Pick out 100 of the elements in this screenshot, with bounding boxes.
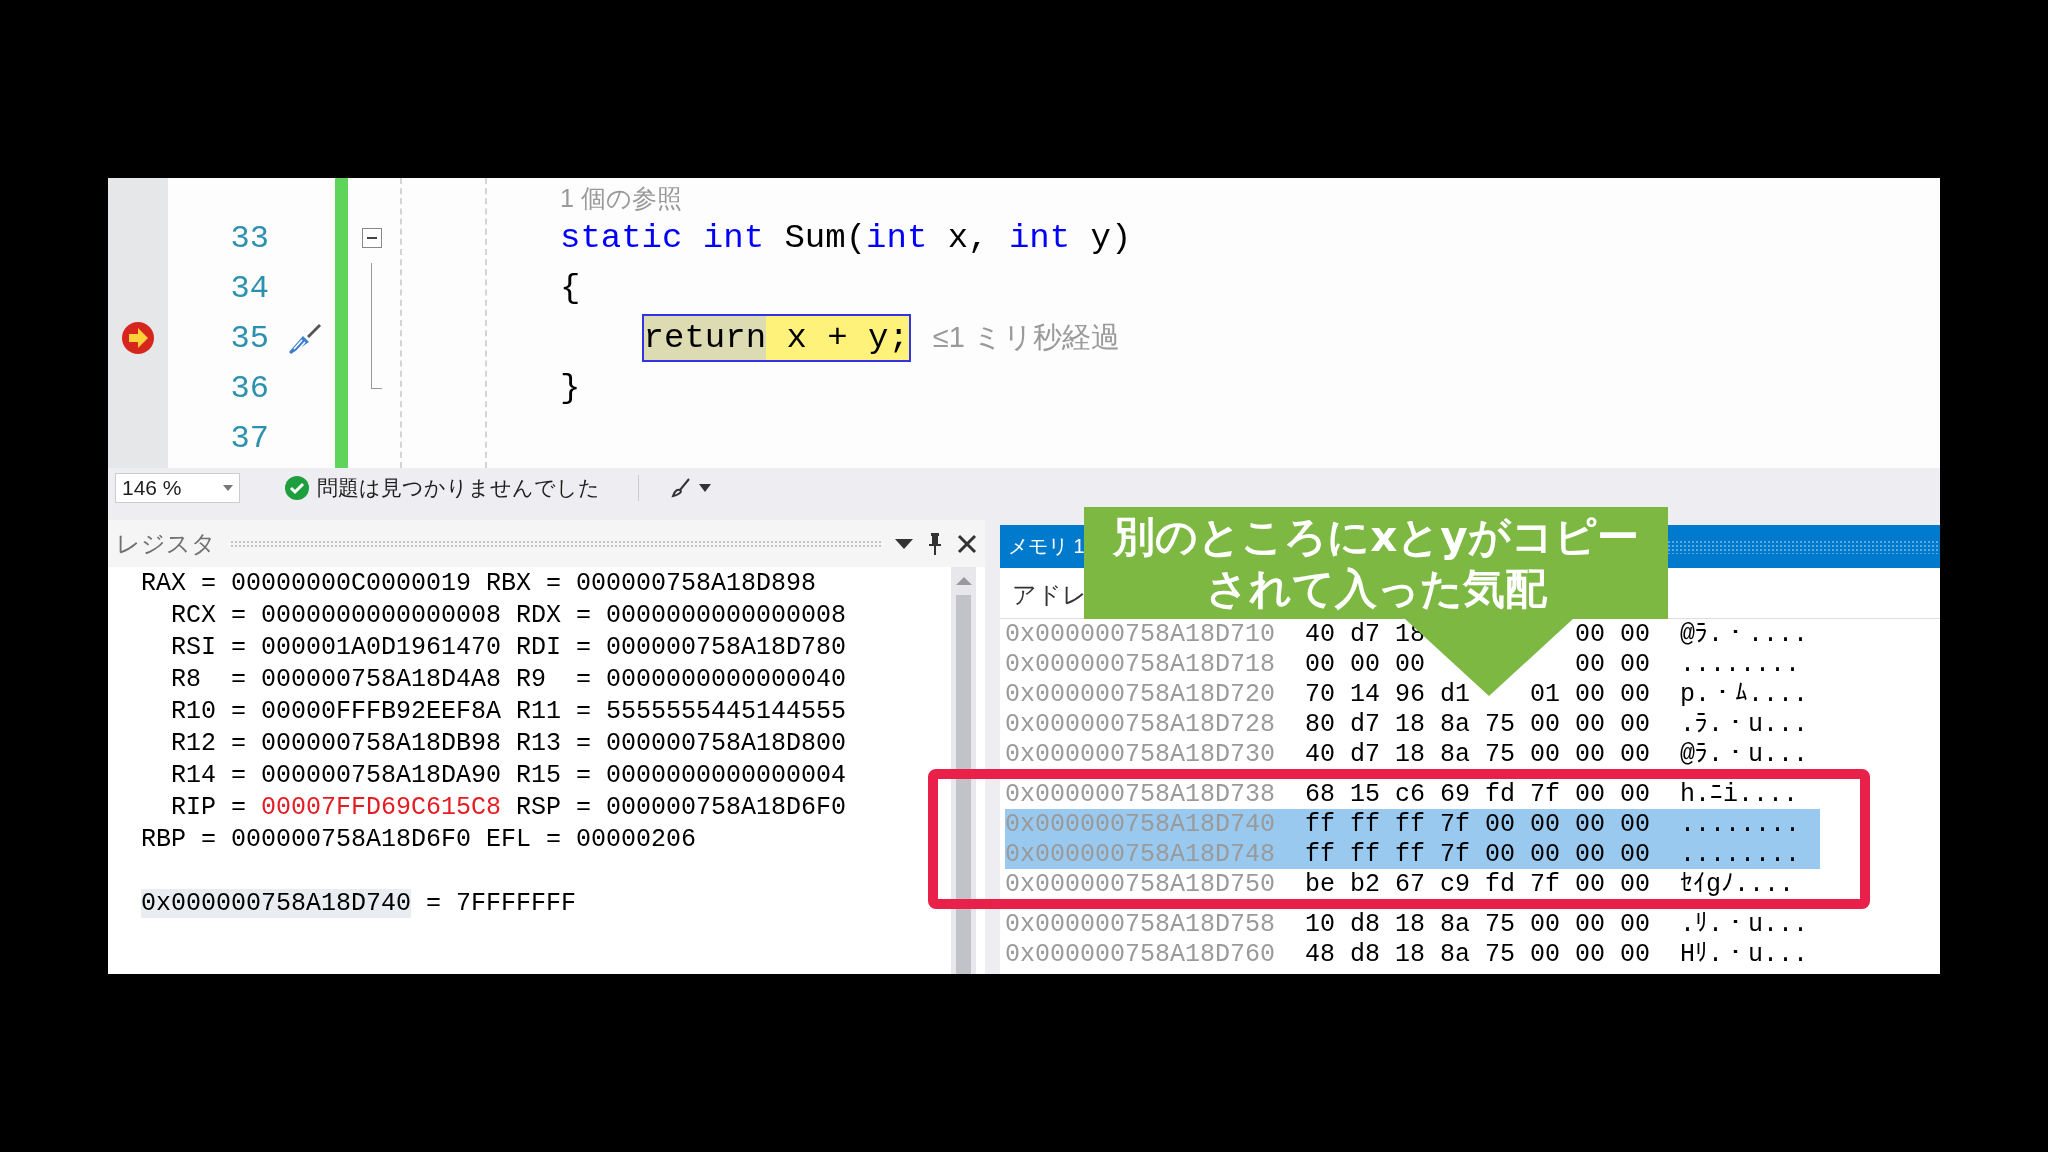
hex-byte: d7	[1350, 709, 1381, 739]
hex-byte: ff	[1395, 809, 1426, 839]
code-line: static int Sum(int x, int y)	[560, 219, 1132, 257]
memory-row[interactable]: 0x000000758A18D740 ff ff ff 7f 00 00 00 00 ........	[1005, 809, 1821, 839]
memory-row[interactable]: 0x000000758A18D758 10 d8 18 8a 75 00 00 00 .ﾘ.・u...	[1005, 909, 1809, 939]
memory-address: 0x000000758A18D720	[1005, 679, 1276, 709]
register-name: RAX =	[141, 568, 216, 598]
hex-byte: 00	[1620, 839, 1651, 869]
memory-row[interactable]: 0x000000758A18D728 80 d7 18 8a 75 00 00 00 .ﾗ.・u...	[1005, 709, 1809, 739]
hex-byte: 96	[1395, 679, 1426, 709]
hex-byte: 00	[1485, 839, 1516, 869]
ascii-text: @ﾗ.・....	[1680, 619, 1809, 649]
line-number: 36	[230, 369, 270, 407]
watch-value: = 7FFFFFFF	[426, 888, 577, 918]
register-name: RSP =	[516, 792, 592, 822]
hex-byte: d8	[1350, 939, 1381, 969]
hex-byte: 00	[1530, 709, 1561, 739]
register-name: R8 =	[171, 664, 246, 694]
hex-byte: 8a	[1440, 739, 1471, 769]
hex-byte: 01	[1530, 679, 1561, 709]
hex-byte: 00	[1350, 649, 1381, 679]
register-value: 000001A0D1961470	[261, 632, 502, 662]
hex-byte: 00	[1575, 649, 1606, 679]
ascii-text: ........	[1680, 649, 1801, 679]
register-value: 000000758A18D6F0	[231, 824, 472, 854]
elapsed-time-hint: ≤1 ミリ秒経過	[932, 320, 1120, 355]
register-name: R12 =	[171, 728, 246, 758]
ascii-text: .ﾗ.・u...	[1680, 709, 1809, 739]
pin-icon[interactable]	[927, 531, 943, 556]
dropdown-icon[interactable]	[895, 538, 913, 549]
memory-row[interactable]: 0x000000758A18D760 48 d8 18 8a 75 00 00 00 Hﾘ.・u...	[1005, 939, 1809, 969]
memory-address: 0x000000758A18D740	[1005, 809, 1276, 839]
hex-byte: 00	[1575, 839, 1606, 869]
hex-byte: 00	[1530, 739, 1561, 769]
hex-byte: 70	[1305, 679, 1336, 709]
hex-byte: 48	[1305, 939, 1336, 969]
hex-byte: 7f	[1530, 779, 1561, 809]
memory-row[interactable]: 0x000000758A18D738 68 15 c6 69 fd 7f 00 00 h.ﾆi....	[1005, 779, 1799, 809]
hex-byte: 18	[1395, 709, 1426, 739]
register-name: R11 =	[516, 696, 592, 726]
ascii-text: p.・ﾑ....	[1680, 679, 1809, 709]
line-number: 35	[230, 319, 270, 357]
hex-byte: c9	[1440, 869, 1471, 899]
register-name: RDX =	[516, 600, 592, 630]
memory-row[interactable]: 0x000000758A18D748 ff ff ff 7f 00 00 00 00 ........	[1005, 839, 1821, 869]
register-value: 0000000000000008	[606, 600, 847, 630]
hex-byte: d7	[1350, 619, 1381, 649]
hex-byte: 00	[1395, 649, 1426, 679]
register-name: RCX =	[171, 600, 246, 630]
ascii-text: .ﾘ.・u...	[1680, 909, 1809, 939]
collapse-icon[interactable]	[361, 228, 382, 248]
memory-row[interactable]: 0x000000758A18D720 70 14 96 d1 01 00 00 p.・ﾑ....	[1005, 679, 1809, 709]
hex-byte: ff	[1350, 839, 1381, 869]
ascii-text: ｾｲgﾉ....	[1680, 869, 1795, 899]
hex-byte: 00	[1530, 939, 1561, 969]
register-value: 000000758A18DB98	[261, 728, 502, 758]
hex-byte: 15	[1350, 779, 1381, 809]
register-name: R14 =	[171, 760, 246, 790]
memory-row[interactable]: 0x000000758A18D750 be b2 67 c9 fd 7f 00 00 ｾｲgﾉ....	[1005, 869, 1795, 899]
register-value: 000000758A18D800	[606, 728, 847, 758]
hex-byte: 75	[1485, 739, 1516, 769]
register-name: RBX =	[486, 568, 562, 598]
hex-byte: 7f	[1530, 869, 1561, 899]
memory-address: 0x000000758A18D738	[1005, 779, 1276, 809]
hex-byte: 18	[1395, 739, 1426, 769]
hex-byte: ff	[1305, 839, 1336, 869]
hex-byte: 69	[1440, 779, 1471, 809]
hex-byte: 00	[1620, 649, 1651, 679]
hex-byte: 00	[1530, 909, 1561, 939]
line-number: 34	[230, 269, 270, 307]
ascii-text: ........	[1680, 839, 1801, 869]
memory-row[interactable]: 0x000000758A18D718 00 00 00 00 00 ........	[1005, 649, 1801, 679]
hex-byte: 75	[1485, 709, 1516, 739]
register-name: EFL =	[486, 824, 562, 854]
register-value: 5555555445144555	[606, 696, 847, 726]
hex-byte: 00	[1575, 779, 1606, 809]
close-icon[interactable]	[957, 533, 977, 554]
hex-byte: 7f	[1440, 839, 1471, 869]
register-name: RBP =	[141, 824, 216, 854]
register-value: 0000000000000040	[606, 664, 847, 694]
memory-row[interactable]: 0x000000758A18D730 40 d7 18 8a 75 00 00 00 @ﾗ.・u...	[1005, 739, 1809, 769]
hex-byte: 00	[1575, 909, 1606, 939]
hex-byte: 18	[1395, 939, 1426, 969]
issues-status: 問題は見つかりませんでした	[317, 475, 600, 501]
panel-title: メモリ 1	[1008, 534, 1085, 559]
ascii-text: Hﾘ.・u...	[1680, 939, 1809, 969]
hex-byte: b2	[1350, 869, 1381, 899]
ascii-text: h.ﾆi....	[1680, 779, 1799, 809]
code-line: {	[560, 269, 581, 307]
hex-byte: 00	[1620, 739, 1651, 769]
hex-byte: 00	[1575, 809, 1606, 839]
check-icon	[285, 476, 309, 500]
address-label: アドレ	[1012, 580, 1087, 610]
watch-expression: 0x000000758A18D740	[141, 888, 412, 918]
zoom-dropdown[interactable]: 146 %	[115, 473, 240, 503]
hex-byte: 8a	[1440, 709, 1471, 739]
scrollbar[interactable]	[951, 567, 976, 974]
hex-byte: ff	[1305, 809, 1336, 839]
ascii-text: ........	[1680, 809, 1801, 839]
memory-address: 0x000000758A18D750	[1005, 869, 1276, 899]
